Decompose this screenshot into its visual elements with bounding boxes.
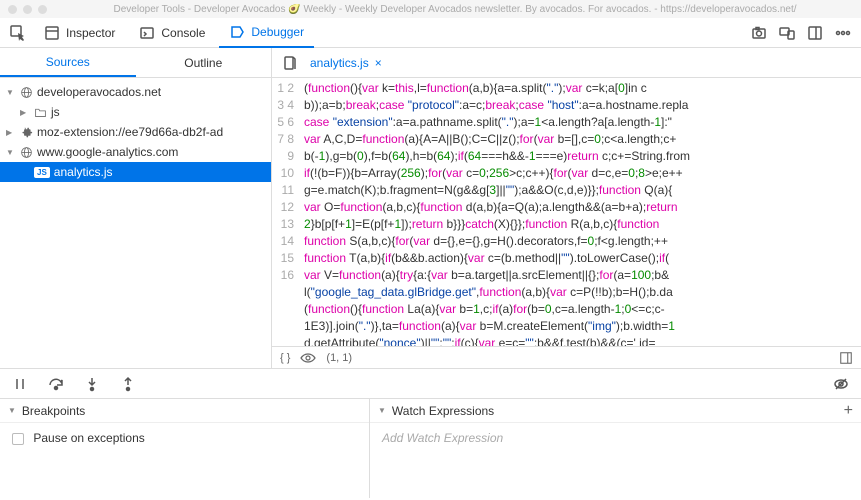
outline-tab[interactable]: Outline — [136, 48, 272, 77]
twisty-icon[interactable]: ▼ — [6, 148, 16, 157]
tree-domain[interactable]: ▼ developeravocados.net — [0, 82, 271, 102]
globe-icon — [20, 86, 33, 99]
cursor-position: (1, 1) — [326, 352, 352, 364]
rdm-button[interactable] — [775, 21, 799, 45]
meatball-menu[interactable] — [831, 21, 855, 45]
window-title: Developer Tools - Developer Avocados 🥑 W… — [57, 4, 853, 15]
tree-label: analytics.js — [54, 165, 113, 179]
twisty-icon[interactable]: ▼ — [8, 406, 16, 415]
prettify-icon[interactable]: { } — [280, 352, 290, 364]
step-out-button[interactable] — [116, 372, 140, 396]
debug-toolbar — [0, 368, 861, 398]
screenshot-button[interactable] — [747, 21, 771, 45]
file-tab[interactable]: analytics.js × — [310, 56, 382, 70]
pick-element-button[interactable] — [6, 21, 30, 45]
checkbox[interactable] — [12, 433, 24, 445]
tree-domain[interactable]: ▼ www.google-analytics.com — [0, 142, 271, 162]
editor-panel: analytics.js × 1 2 3 4 5 6 7 8 9 10 11 1… — [272, 48, 861, 368]
watch-header[interactable]: ▼ Watch Expressions + — [370, 399, 861, 423]
debugger-tab[interactable]: Debugger — [219, 20, 314, 48]
map-icon[interactable] — [839, 351, 853, 365]
globe-icon — [20, 146, 33, 159]
extension-icon — [20, 126, 33, 139]
code-editor[interactable]: 1 2 3 4 5 6 7 8 9 10 11 12 13 14 15 16 (… — [272, 78, 861, 346]
twisty-icon[interactable]: ▼ — [378, 406, 386, 415]
add-watch-button[interactable]: + — [844, 402, 853, 420]
step-in-button[interactable] — [80, 372, 104, 396]
inspector-label: Inspector — [66, 26, 115, 40]
console-tab[interactable]: Console — [129, 21, 215, 45]
close-icon[interactable]: × — [375, 56, 382, 70]
eye-icon[interactable] — [300, 353, 316, 363]
pause-on-exceptions-row[interactable]: Pause on exceptions — [12, 431, 145, 445]
watch-title: Watch Expressions — [392, 404, 494, 418]
sources-panel: Sources Outline ▼ developeravocados.net … — [0, 48, 272, 368]
editor-tabs: analytics.js × — [272, 48, 861, 78]
twisty-icon[interactable]: ▶ — [20, 108, 30, 117]
line-gutter[interactable]: 1 2 3 4 5 6 7 8 9 10 11 12 13 14 15 16 — [272, 78, 300, 346]
tree-extension[interactable]: ▶ moz-extension://ee79d66a-db2f-ad — [0, 122, 271, 142]
watch-panel: ▼ Watch Expressions + Add Watch Expressi… — [370, 399, 861, 498]
pause-button[interactable] — [8, 372, 32, 396]
folder-icon — [34, 106, 47, 119]
tree-folder[interactable]: ▶ js — [0, 102, 271, 122]
tree-label: js — [51, 105, 60, 119]
breakpoints-header[interactable]: ▼ Breakpoints — [0, 399, 369, 423]
step-over-button[interactable] — [44, 372, 68, 396]
pause-on-exceptions-label: Pause on exceptions — [33, 431, 144, 445]
inspector-tab[interactable]: Inspector — [34, 21, 125, 45]
dock-button[interactable] — [803, 21, 827, 45]
tree-label: www.google-analytics.com — [37, 145, 178, 159]
tree-label: developeravocados.net — [37, 85, 161, 99]
js-badge: JS — [34, 167, 50, 178]
sources-tab[interactable]: Sources — [0, 48, 136, 77]
debugger-label: Debugger — [251, 25, 304, 39]
breakpoints-panel: ▼ Breakpoints Pause on exceptions — [0, 399, 370, 498]
maximize-dot[interactable] — [38, 5, 47, 14]
traffic-lights[interactable] — [8, 5, 47, 14]
twisty-icon[interactable]: ▶ — [6, 128, 16, 137]
close-dot[interactable] — [8, 5, 17, 14]
tree-file-selected[interactable]: JS analytics.js — [0, 162, 271, 182]
twisty-icon[interactable]: ▼ — [6, 88, 16, 97]
file-outline-button[interactable] — [278, 51, 302, 75]
file-tab-label: analytics.js — [310, 56, 369, 70]
watch-placeholder[interactable]: Add Watch Expression — [382, 431, 503, 445]
source-tree[interactable]: ▼ developeravocados.net ▶ js ▶ moz-exten… — [0, 78, 271, 368]
code-content[interactable]: (function(){var k=this,l=function(a,b){a… — [300, 78, 861, 346]
minimize-dot[interactable] — [23, 5, 32, 14]
tree-label: moz-extension://ee79d66a-db2f-ad — [37, 125, 223, 139]
window-titlebar: Developer Tools - Developer Avocados 🥑 W… — [0, 0, 861, 18]
sources-tab-label: Sources — [46, 55, 90, 69]
editor-footer: { } (1, 1) — [272, 346, 861, 368]
devtools-toolbar: Inspector Console Debugger — [0, 18, 861, 48]
console-label: Console — [161, 26, 205, 40]
skip-pausing-button[interactable] — [829, 372, 853, 396]
outline-tab-label: Outline — [184, 56, 222, 70]
breakpoints-title: Breakpoints — [22, 404, 85, 418]
